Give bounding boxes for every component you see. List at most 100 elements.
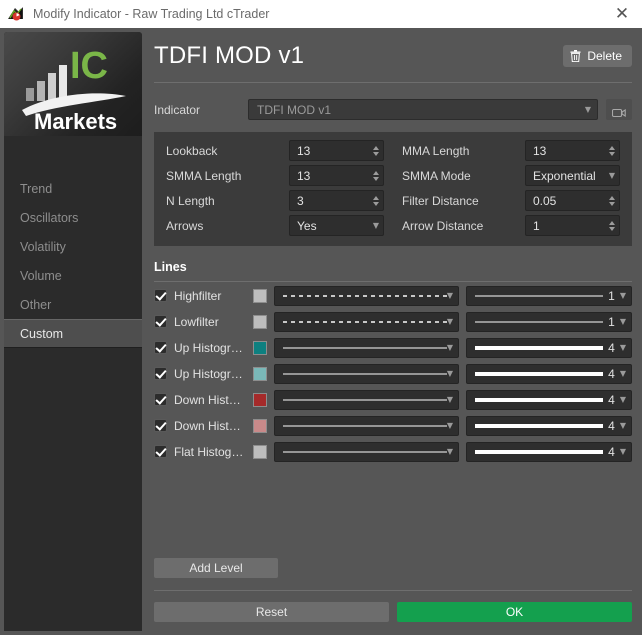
stepper-arrows-icon[interactable]: [609, 145, 615, 156]
content-header: TDFI MOD v1 Delete: [152, 28, 634, 70]
line-label: Up Histogra…: [174, 366, 246, 381]
line-style-dropdown[interactable]: ▼: [274, 441, 459, 462]
param-arrows: Arrows Yes ▼: [166, 215, 384, 236]
param-smma-mode: SMMA Mode Exponential ▼: [402, 165, 620, 186]
line-color-swatch[interactable]: [253, 418, 267, 433]
record-button[interactable]: [606, 99, 632, 120]
param-arrow-distance: Arrow Distance 1: [402, 215, 620, 236]
parameters-panel: Lookback 13 MMA Length 13 SMMA Length 13: [154, 132, 632, 246]
param-value: 13: [297, 168, 311, 183]
stepper-arrows-icon[interactable]: [609, 195, 615, 206]
svg-text:IC: IC: [70, 45, 108, 87]
sidebar-item-trend[interactable]: Trend: [4, 174, 142, 203]
param-n-length: N Length 3: [166, 190, 384, 211]
line-visibility-checkbox[interactable]: [154, 393, 167, 406]
sidebar-item-label: Volume: [20, 268, 62, 283]
line-color-swatch[interactable]: [253, 340, 267, 355]
chevron-down-icon: ▼: [446, 316, 453, 326]
line-width-dropdown[interactable]: 1 ▼: [466, 311, 632, 332]
filter-distance-stepper[interactable]: 0.05: [525, 190, 620, 211]
param-label: Arrows: [166, 218, 204, 233]
line-visibility-checkbox[interactable]: [154, 445, 167, 458]
stepper-arrows-icon[interactable]: [609, 220, 615, 231]
line-color-swatch[interactable]: [253, 444, 267, 459]
line-style-dropdown[interactable]: ▼: [274, 337, 459, 358]
line-color-swatch[interactable]: [253, 288, 267, 303]
line-width-dropdown[interactable]: 1 ▼: [466, 285, 632, 306]
line-color-swatch[interactable]: [253, 392, 267, 407]
n-length-stepper[interactable]: 3: [289, 190, 384, 211]
sidebar-item-oscillators[interactable]: Oscillators: [4, 203, 142, 232]
line-width-preview: [475, 291, 604, 301]
line-width-dropdown[interactable]: 4 ▼: [466, 441, 632, 462]
chevron-down-icon: ▼: [372, 220, 379, 230]
line-style-preview: [283, 447, 447, 457]
line-width-preview: [475, 395, 604, 405]
line-width-dropdown[interactable]: 4 ▼: [466, 363, 632, 384]
line-label: Up Histogra…: [174, 340, 246, 355]
delete-button[interactable]: Delete: [563, 45, 632, 67]
line-color-swatch[interactable]: [253, 314, 267, 329]
chevron-down-icon: ▼: [608, 170, 615, 180]
stepper-arrows-icon[interactable]: [373, 195, 379, 206]
svg-text:Markets: Markets: [34, 109, 117, 134]
line-label: Flat Histogram: [174, 444, 246, 459]
param-value: Yes: [297, 218, 317, 233]
sidebar-nav: Trend Oscillators Volatility Volume Othe…: [4, 174, 142, 348]
line-width-value: 1: [608, 314, 615, 329]
param-smma-length: SMMA Length 13: [166, 165, 384, 186]
arrows-dropdown[interactable]: Yes ▼: [289, 215, 384, 236]
add-level-button[interactable]: Add Level: [154, 558, 278, 578]
line-visibility-checkbox[interactable]: [154, 341, 167, 354]
line-visibility-checkbox[interactable]: [154, 315, 167, 328]
line-style-dropdown[interactable]: ▼: [274, 389, 459, 410]
line-style-dropdown[interactable]: ▼: [274, 311, 459, 332]
table-row: Lowfilter ▼ 1 ▼: [154, 309, 632, 334]
line-style-preview: [283, 421, 447, 431]
param-value: 3: [297, 193, 304, 208]
smma-mode-dropdown[interactable]: Exponential ▼: [525, 165, 620, 186]
indicator-select[interactable]: TDFI MOD v1 ▼: [248, 99, 598, 120]
stepper-arrows-icon[interactable]: [373, 170, 379, 181]
close-icon[interactable]: ✕: [612, 4, 632, 24]
line-width-dropdown[interactable]: 4 ▼: [466, 415, 632, 436]
ctrader-app-icon: [7, 5, 25, 23]
line-width-preview: [475, 317, 604, 327]
line-color-swatch[interactable]: [253, 366, 267, 381]
trash-icon: [570, 50, 581, 63]
mma-length-stepper[interactable]: 13: [525, 140, 620, 161]
table-row: Up Histogra… ▼ 4 ▼: [154, 361, 632, 386]
reset-button[interactable]: Reset: [154, 602, 389, 622]
line-style-dropdown[interactable]: ▼: [274, 363, 459, 384]
arrow-distance-stepper[interactable]: 1: [525, 215, 620, 236]
chevron-down-icon: ▼: [619, 446, 626, 456]
line-visibility-checkbox[interactable]: [154, 289, 167, 302]
line-style-dropdown[interactable]: ▼: [274, 415, 459, 436]
param-label: Arrow Distance: [402, 218, 484, 233]
line-style-dropdown[interactable]: ▼: [274, 285, 459, 306]
sidebar-item-custom[interactable]: Custom: [4, 319, 142, 348]
smma-length-stepper[interactable]: 13: [289, 165, 384, 186]
line-width-dropdown[interactable]: 4 ▼: [466, 337, 632, 358]
sidebar-item-other[interactable]: Other: [4, 290, 142, 319]
lookback-stepper[interactable]: 13: [289, 140, 384, 161]
lines-divider: [154, 281, 632, 282]
sidebar-item-volume[interactable]: Volume: [4, 261, 142, 290]
footer-divider: [154, 590, 632, 591]
sidebar-item-volatility[interactable]: Volatility: [4, 232, 142, 261]
line-visibility-checkbox[interactable]: [154, 419, 167, 432]
stepper-arrows-icon[interactable]: [373, 145, 379, 156]
line-width-value: 4: [608, 340, 615, 355]
sidebar-item-label: Trend: [20, 181, 53, 196]
chevron-down-icon: ▼: [619, 290, 626, 300]
ic-markets-logo: IC Markets: [4, 32, 142, 136]
chevron-down-icon: ▼: [619, 342, 626, 352]
param-label: SMMA Mode: [402, 168, 471, 183]
table-row: Highfilter ▼ 1 ▼: [154, 283, 632, 308]
page-title: TDFI MOD v1: [154, 42, 305, 69]
line-style-preview: [283, 317, 447, 327]
window-titlebar: Modify Indicator - Raw Trading Ltd cTrad…: [0, 0, 642, 28]
line-visibility-checkbox[interactable]: [154, 367, 167, 380]
ok-button[interactable]: OK: [397, 602, 632, 622]
line-width-dropdown[interactable]: 4 ▼: [466, 389, 632, 410]
